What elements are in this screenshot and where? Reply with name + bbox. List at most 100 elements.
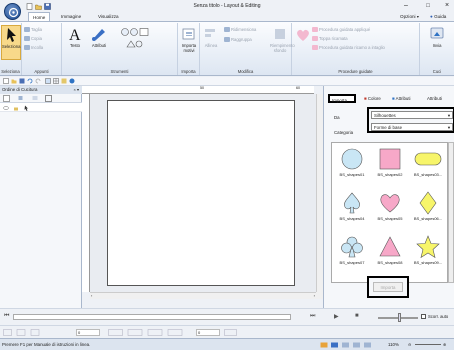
da-label: Da	[334, 115, 340, 120]
view-icon[interactable]	[45, 78, 51, 84]
star-shape-icon	[416, 235, 440, 259]
rotate-tools-icon[interactable]	[3, 329, 43, 336]
raggruppa-button[interactable]: Raggruppa	[224, 36, 252, 43]
attributi-button[interactable]: Attributi	[87, 25, 111, 60]
minimize-button[interactable]: –	[399, 1, 413, 11]
list-item[interactable]	[0, 103, 82, 112]
copia-label: Copia	[31, 36, 42, 41]
options-menu[interactable]: Opzioni ▾	[400, 12, 419, 21]
shape-caption: BS_shapes04	[339, 216, 365, 221]
import-button[interactable]: Importa	[373, 282, 403, 292]
palette-icon: ■	[364, 96, 367, 101]
open-icon[interactable]	[11, 78, 17, 84]
shape-item[interactable]: BS_shapes09...	[409, 233, 447, 277]
shape-caption: BS_shapes08	[377, 260, 403, 265]
paint-icon	[92, 29, 105, 41]
design-icon[interactable]	[61, 78, 67, 84]
help-menu[interactable]: ● Guida	[430, 12, 446, 21]
tab-home[interactable]: Home	[28, 12, 51, 21]
seleziona-button[interactable]: Seleziona	[1, 25, 21, 60]
copia-button[interactable]: Copia	[24, 35, 42, 42]
close-button[interactable]: ×	[440, 1, 454, 11]
shape-item[interactable]: BS_shapes06...	[409, 189, 447, 233]
rewind-icon[interactable]: ⏮	[4, 313, 9, 320]
application-menu-button[interactable]	[4, 3, 21, 20]
shape-tools-icon[interactable]	[125, 39, 145, 49]
zoom-tools-icon[interactable]	[120, 27, 150, 37]
question-icon[interactable]	[69, 78, 75, 84]
pointer-icon[interactable]	[24, 105, 30, 111]
attributes-icon: ■	[392, 96, 395, 101]
scroll-right-icon[interactable]: ›	[314, 293, 315, 298]
view-mode-icons[interactable]	[320, 342, 380, 348]
horizontal-ruler: 50 60	[82, 86, 314, 94]
gallery-scrollbar[interactable]	[448, 142, 454, 283]
height-input[interactable]: 0	[196, 329, 220, 336]
da-select[interactable]: Silhouettes ▼	[371, 111, 453, 119]
importa-motivi-button[interactable]: Importa motivi	[179, 25, 199, 60]
shape-item[interactable]: BS_shapes07	[333, 233, 371, 277]
timeline-slider[interactable]	[13, 314, 291, 320]
tab-immagine[interactable]: Immagine	[57, 12, 85, 21]
ridimensiona-button[interactable]: Ridimensiona	[224, 26, 256, 33]
skip-end-icon[interactable]: ⏭	[310, 313, 315, 320]
horizontal-scrollbar[interactable]: ‹ ›	[90, 292, 316, 299]
toppa-button[interactable]: Toppa ricamata	[312, 35, 348, 42]
width-input[interactable]: 0	[76, 329, 100, 336]
tab-attributi[interactable]: ■ Attributi	[390, 94, 413, 103]
options-label: Opzioni	[400, 14, 416, 19]
panel-close-icon[interactable]: × ▾	[74, 86, 79, 94]
zoom-slider[interactable]	[415, 344, 441, 345]
scroll-left-icon[interactable]: ‹	[91, 293, 92, 298]
riempimento-sfondo-button[interactable]: Riempimento sfondo	[270, 25, 295, 60]
tab-visualizza[interactable]: Visualizza	[94, 12, 123, 21]
shape-item[interactable]: BS_shapes03...	[409, 145, 447, 189]
text-a-icon: A	[69, 27, 81, 42]
heart-wizard-icon[interactable]	[295, 27, 311, 43]
invia-button[interactable]: Invia	[427, 25, 447, 60]
incolla-button[interactable]: Incolla	[24, 44, 43, 51]
triangle-shape-icon	[379, 236, 401, 257]
lock-icon[interactable]	[13, 105, 19, 111]
design-page[interactable]	[107, 100, 295, 286]
speed-slider-thumb[interactable]	[398, 313, 401, 322]
vertical-scrollbar[interactable]	[316, 94, 323, 292]
taglia-button[interactable]: Taglia	[24, 26, 42, 33]
frame-icon[interactable]	[45, 95, 53, 102]
redo-icon[interactable]	[35, 78, 41, 84]
zoom-in-icon[interactable]: ⊕	[443, 339, 446, 350]
tab-colore[interactable]: ■ Colore	[362, 94, 383, 103]
shape-item[interactable]: BS_shapes04	[333, 189, 371, 233]
panel-title-text: Ordine di Cucitura	[2, 87, 38, 92]
ricamo-button[interactable]: Procedura guidata ricamo a intaglio	[312, 44, 385, 51]
shape-item[interactable]: BS_shapes01	[333, 145, 371, 189]
stop-icon[interactable]: ■	[355, 313, 359, 319]
layer-icon[interactable]	[3, 95, 11, 102]
apply-size-icon[interactable]	[224, 329, 240, 336]
zoom-out-icon[interactable]: ⊖	[408, 339, 411, 350]
maximize-button[interactable]: □	[421, 1, 435, 11]
shape-caption: BS_shapes02	[377, 172, 403, 177]
new-icon[interactable]	[3, 78, 9, 84]
allinea-button[interactable]: Allinea	[201, 25, 221, 60]
tab-attributi-all[interactable]: Attributi	[425, 94, 444, 103]
split-icon[interactable]	[32, 95, 40, 102]
auto-scroll-checkbox[interactable]	[421, 314, 426, 319]
shape-item[interactable]: BS_shapes08	[371, 233, 409, 277]
shape-item[interactable]: BS_shapes02	[371, 145, 409, 189]
shape-item[interactable]: BS_shapes05	[371, 189, 409, 233]
applique-button[interactable]: Procedura guidata appliqué	[312, 26, 370, 33]
scale-tools-icon[interactable]	[108, 329, 188, 336]
categoria-select[interactable]: Forme di base ▼	[371, 123, 453, 131]
play-icon[interactable]: ▶	[334, 313, 339, 320]
stitch-order-panel: Ordine di Cucitura × ▾	[0, 86, 82, 308]
fill-icon	[275, 29, 285, 39]
save-icon[interactable]	[19, 78, 25, 84]
undo-icon[interactable]	[27, 78, 33, 84]
eye-icon[interactable]	[3, 105, 9, 111]
grid-icon[interactable]	[53, 78, 59, 84]
tab-importa[interactable]: Importa	[328, 94, 356, 103]
merge-icon[interactable]	[18, 95, 26, 102]
import-icon	[182, 28, 195, 40]
testo-button[interactable]: A Testo	[65, 25, 85, 60]
